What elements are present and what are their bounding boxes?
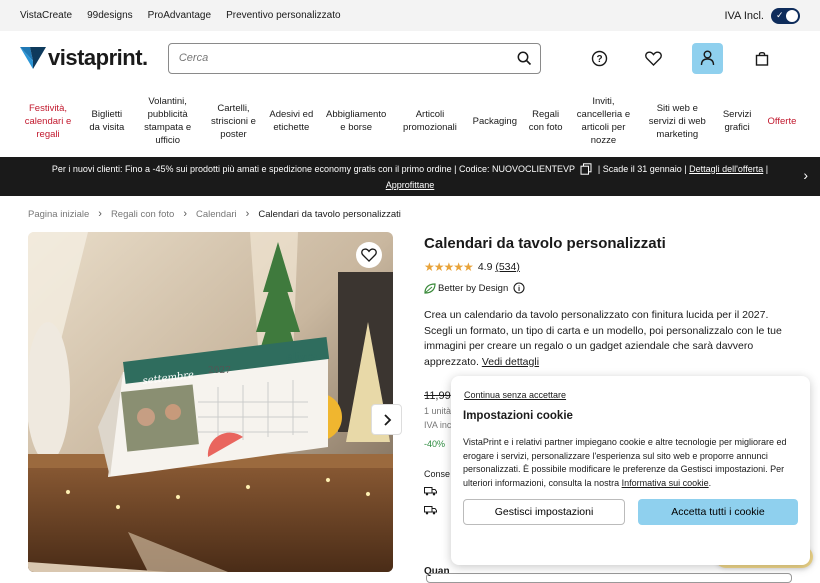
svg-text:?: ? (596, 54, 602, 65)
rating-value: 4.9 (477, 261, 493, 273)
promo-details-link[interactable]: Dettagli dell'offerta (689, 164, 763, 174)
info-icon[interactable]: i (513, 282, 525, 294)
nav-item-business-cards[interactable]: Biglietti da visita (86, 108, 128, 134)
nav-item-websites[interactable]: Siti web e servizi di web marketing (644, 102, 710, 141)
product-photo-illustration: settembre elivra 2027 (28, 232, 394, 572)
nav-item-holidays[interactable]: Festività, calendari e regali (20, 102, 76, 141)
quantity-select[interactable] (426, 573, 792, 583)
nav-item-flyers[interactable]: Volantini, pubblicità stampata e ufficio (138, 95, 198, 147)
cookie-title: Impostazioni cookie (463, 410, 573, 422)
favorite-heart-icon[interactable] (356, 242, 383, 268)
site-header: vistaprint. Cerca ? (0, 31, 820, 85)
chevron-right-icon: › (245, 208, 250, 220)
logo-mark-icon (20, 47, 46, 69)
link-99designs[interactable]: 99designs (87, 10, 133, 21)
link-vistacreate[interactable]: VistaCreate (20, 10, 72, 21)
copy-icon[interactable] (580, 163, 592, 175)
category-nav: Festività, calendari e regali Biglietti … (0, 85, 820, 157)
help-icon[interactable]: ? (584, 43, 615, 74)
image-year-text: 2027 (208, 366, 231, 376)
nav-item-clothing[interactable]: Abbigliamento e borse (323, 108, 389, 134)
better-by-design-badge: Better by Design i (424, 282, 792, 294)
product-image[interactable]: settembre elivra 2027 (28, 232, 394, 572)
nav-item-design-services[interactable]: Servizi grafici (720, 108, 754, 134)
check-icon: ✓ (776, 9, 784, 20)
nav-item-stickers[interactable]: Adesivi ed etichette (269, 108, 313, 134)
see-details-link[interactable]: Vedi dettagli (482, 356, 539, 368)
cookie-policy-link[interactable]: Informativa sui cookie (622, 478, 709, 488)
breadcrumb: Pagina iniziale › Regali con foto › Cale… (0, 196, 820, 232)
accept-all-cookies-button[interactable]: Accetta tutti i cookie (638, 499, 798, 525)
product-description: Crea un calendario da tavolo personalizz… (424, 308, 792, 370)
nav-item-signs[interactable]: Cartelli, striscioni e poster (207, 102, 259, 141)
promo-banner: Per i nuovi clienti: Fino a -45% sui pro… (0, 157, 820, 196)
product-title: Calendari da tavolo personalizzati (424, 235, 666, 252)
review-count-link[interactable]: (534) (495, 261, 520, 273)
breadcrumb-current: Calendari da tavolo personalizzati (258, 208, 401, 220)
product-rating: ★★★★★ 4.9 (534) (424, 260, 792, 274)
search-icon[interactable] (517, 51, 532, 66)
account-user-icon[interactable] (692, 42, 723, 74)
chevron-right-icon[interactable]: › (803, 167, 808, 183)
header-icons: ? (584, 42, 800, 74)
promo-text: Per i nuovi clienti: Fino a -45% sui pro… (51, 163, 575, 174)
cookie-body: VistaPrint e i relativi partner impiegan… (463, 437, 787, 488)
truck-icon (424, 506, 438, 515)
breadcrumb-home[interactable]: Pagina iniziale (28, 209, 89, 220)
link-proadvantage[interactable]: ProAdvantage (148, 10, 211, 21)
link-quote[interactable]: Preventivo personalizzato (226, 10, 341, 21)
breadcrumb-calendars[interactable]: Calendari (196, 209, 237, 220)
favorites-heart-icon[interactable] (638, 43, 669, 74)
cookie-buttons: Gestisci impostazioni Accetta tutti i co… (463, 499, 798, 525)
next-image-button[interactable] (371, 404, 402, 435)
vat-toggle[interactable]: ✓ (771, 7, 800, 24)
nav-item-packaging[interactable]: Packaging (471, 115, 519, 128)
description-text: Crea un calendario da tavolo personalizz… (424, 309, 782, 368)
utility-bar: VistaCreate 99designs ProAdvantage Preve… (0, 0, 820, 31)
promo-cta-link[interactable]: Approfittane (386, 180, 435, 190)
cookie-dialog: Continua senza accettare Impostazioni co… (451, 376, 810, 565)
continue-without-accepting-link[interactable]: Continua senza accettare (464, 390, 798, 400)
nav-item-offers[interactable]: Offerte (764, 115, 800, 128)
cart-bag-icon[interactable] (746, 43, 777, 74)
star-rating-icon: ★★★★★ (424, 260, 474, 274)
nav-item-invitations[interactable]: Inviti, cancelleria e articoli per nozze (572, 95, 634, 147)
search-placeholder: Cerca (178, 52, 209, 64)
svg-text:i: i (518, 284, 520, 293)
badge-label: Better by Design (438, 282, 509, 294)
nav-item-photo-gifts[interactable]: Regali con foto (529, 108, 563, 134)
truck-icon (424, 487, 438, 496)
chevron-right-icon (383, 413, 391, 426)
manage-settings-button[interactable]: Gestisci impostazioni (463, 499, 625, 525)
logo-text: vistaprint. (48, 45, 148, 70)
promo-content: Per i nuovi clienti: Fino a -45% sui pro… (52, 161, 768, 193)
search-input[interactable]: Cerca (167, 42, 541, 74)
promo-separator: | (763, 163, 769, 174)
promo-deadline: | Scade il 31 gennaio | (597, 163, 687, 174)
vistaprint-logo[interactable]: vistaprint. (20, 45, 168, 71)
vat-label: IVA Incl. (724, 9, 764, 22)
leaf-icon (424, 282, 436, 294)
nav-item-promo[interactable]: Articoli promozionali (399, 108, 461, 134)
chevron-right-icon: › (183, 208, 187, 220)
breadcrumb-photo-gifts[interactable]: Regali con foto (111, 209, 174, 220)
image-brand-text: elivra (286, 352, 318, 363)
chevron-right-icon: › (98, 208, 102, 220)
